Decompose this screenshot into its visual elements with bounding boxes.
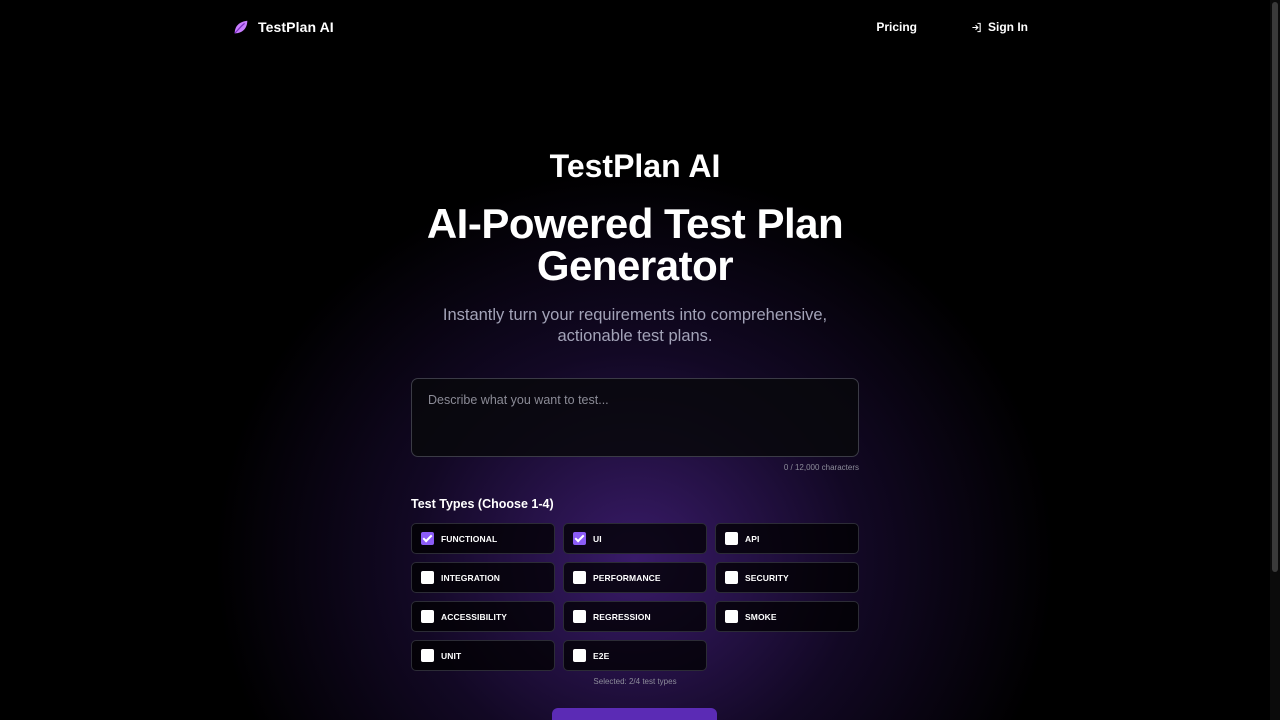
hero-subtitle: Instantly turn your requirements into co…	[0, 305, 1270, 347]
checkbox-icon[interactable]	[725, 610, 738, 623]
test-type-label: UI	[593, 533, 602, 544]
checkbox-icon[interactable]	[573, 610, 586, 623]
leaf-logo-icon	[234, 20, 248, 34]
requirements-input[interactable]	[412, 379, 858, 456]
test-type-security[interactable]: SECURITY	[715, 562, 859, 593]
selected-count-note: Selected: 2/4 test types	[593, 677, 677, 686]
test-type-e2e[interactable]: E2E	[563, 640, 707, 671]
test-type-performance[interactable]: PERFORMANCE	[563, 562, 707, 593]
checkbox-icon[interactable]	[421, 532, 434, 545]
requirements-input-box	[411, 378, 859, 457]
hero-title: AI-Powered Test Plan Generator	[0, 203, 1270, 287]
brand-link[interactable]: TestPlan AI	[232, 18, 334, 36]
test-type-label: REGRESSION	[593, 611, 651, 622]
page-scrollbar[interactable]	[1270, 0, 1280, 720]
checkbox-icon[interactable]	[573, 571, 586, 584]
sign-in-icon	[972, 22, 981, 32]
test-type-label: SMOKE	[745, 611, 777, 622]
test-type-label: FUNCTIONAL	[441, 533, 498, 544]
test-type-regression[interactable]: REGRESSION	[563, 601, 707, 632]
hero-title-line1: AI-Powered Test Plan	[426, 200, 844, 247]
test-type-unit[interactable]: UNIT	[411, 640, 555, 671]
test-type-ui[interactable]: UI	[563, 523, 707, 554]
hero-subtitle-line2: actionable test plans.	[557, 327, 713, 345]
brand-name: TestPlan AI	[258, 19, 334, 35]
test-type-label: PERFORMANCE	[593, 572, 661, 583]
character-count: 0 / 12,000 characters	[783, 463, 859, 472]
test-types-label: Test Types (Choose 1-4)	[411, 497, 554, 511]
scrollbar-thumb[interactable]	[1272, 2, 1278, 572]
test-type-label: UNIT	[441, 650, 462, 661]
test-type-label: E2E	[593, 650, 610, 661]
test-type-functional[interactable]: FUNCTIONAL	[411, 523, 555, 554]
test-type-label: ACCESSIBILITY	[441, 611, 508, 622]
test-types-grid: FUNCTIONAL UI API INTEGRATION PERFORMANCE SEC…	[411, 523, 859, 671]
checkbox-icon[interactable]	[725, 571, 738, 584]
checkbox-icon[interactable]	[573, 649, 586, 662]
pricing-link[interactable]: Pricing	[876, 20, 917, 34]
checkbox-icon[interactable]	[421, 610, 434, 623]
sign-in-button[interactable]: Sign In	[971, 20, 1028, 34]
hero-title-line2: Generator	[536, 242, 734, 289]
test-type-label: SECURITY	[745, 572, 789, 583]
test-type-accessibility[interactable]: ACCESSIBILITY	[411, 601, 555, 632]
test-type-api[interactable]: API	[715, 523, 859, 554]
generate-button[interactable]	[552, 708, 717, 720]
checkbox-icon[interactable]	[421, 649, 434, 662]
test-type-integration[interactable]: INTEGRATION	[411, 562, 555, 593]
sign-in-label: Sign In	[988, 20, 1028, 34]
hero-kicker: TestPlan AI	[549, 148, 721, 184]
test-type-label: API	[745, 533, 760, 544]
checkbox-icon[interactable]	[725, 532, 738, 545]
checkbox-icon[interactable]	[573, 532, 586, 545]
checkbox-icon[interactable]	[421, 571, 434, 584]
test-type-label: INTEGRATION	[441, 572, 501, 583]
top-nav: TestPlan AI Pricing Sign In	[232, 14, 1028, 40]
hero-subtitle-line1: Instantly turn your requirements into co…	[442, 306, 828, 324]
test-type-smoke[interactable]: SMOKE	[715, 601, 859, 632]
